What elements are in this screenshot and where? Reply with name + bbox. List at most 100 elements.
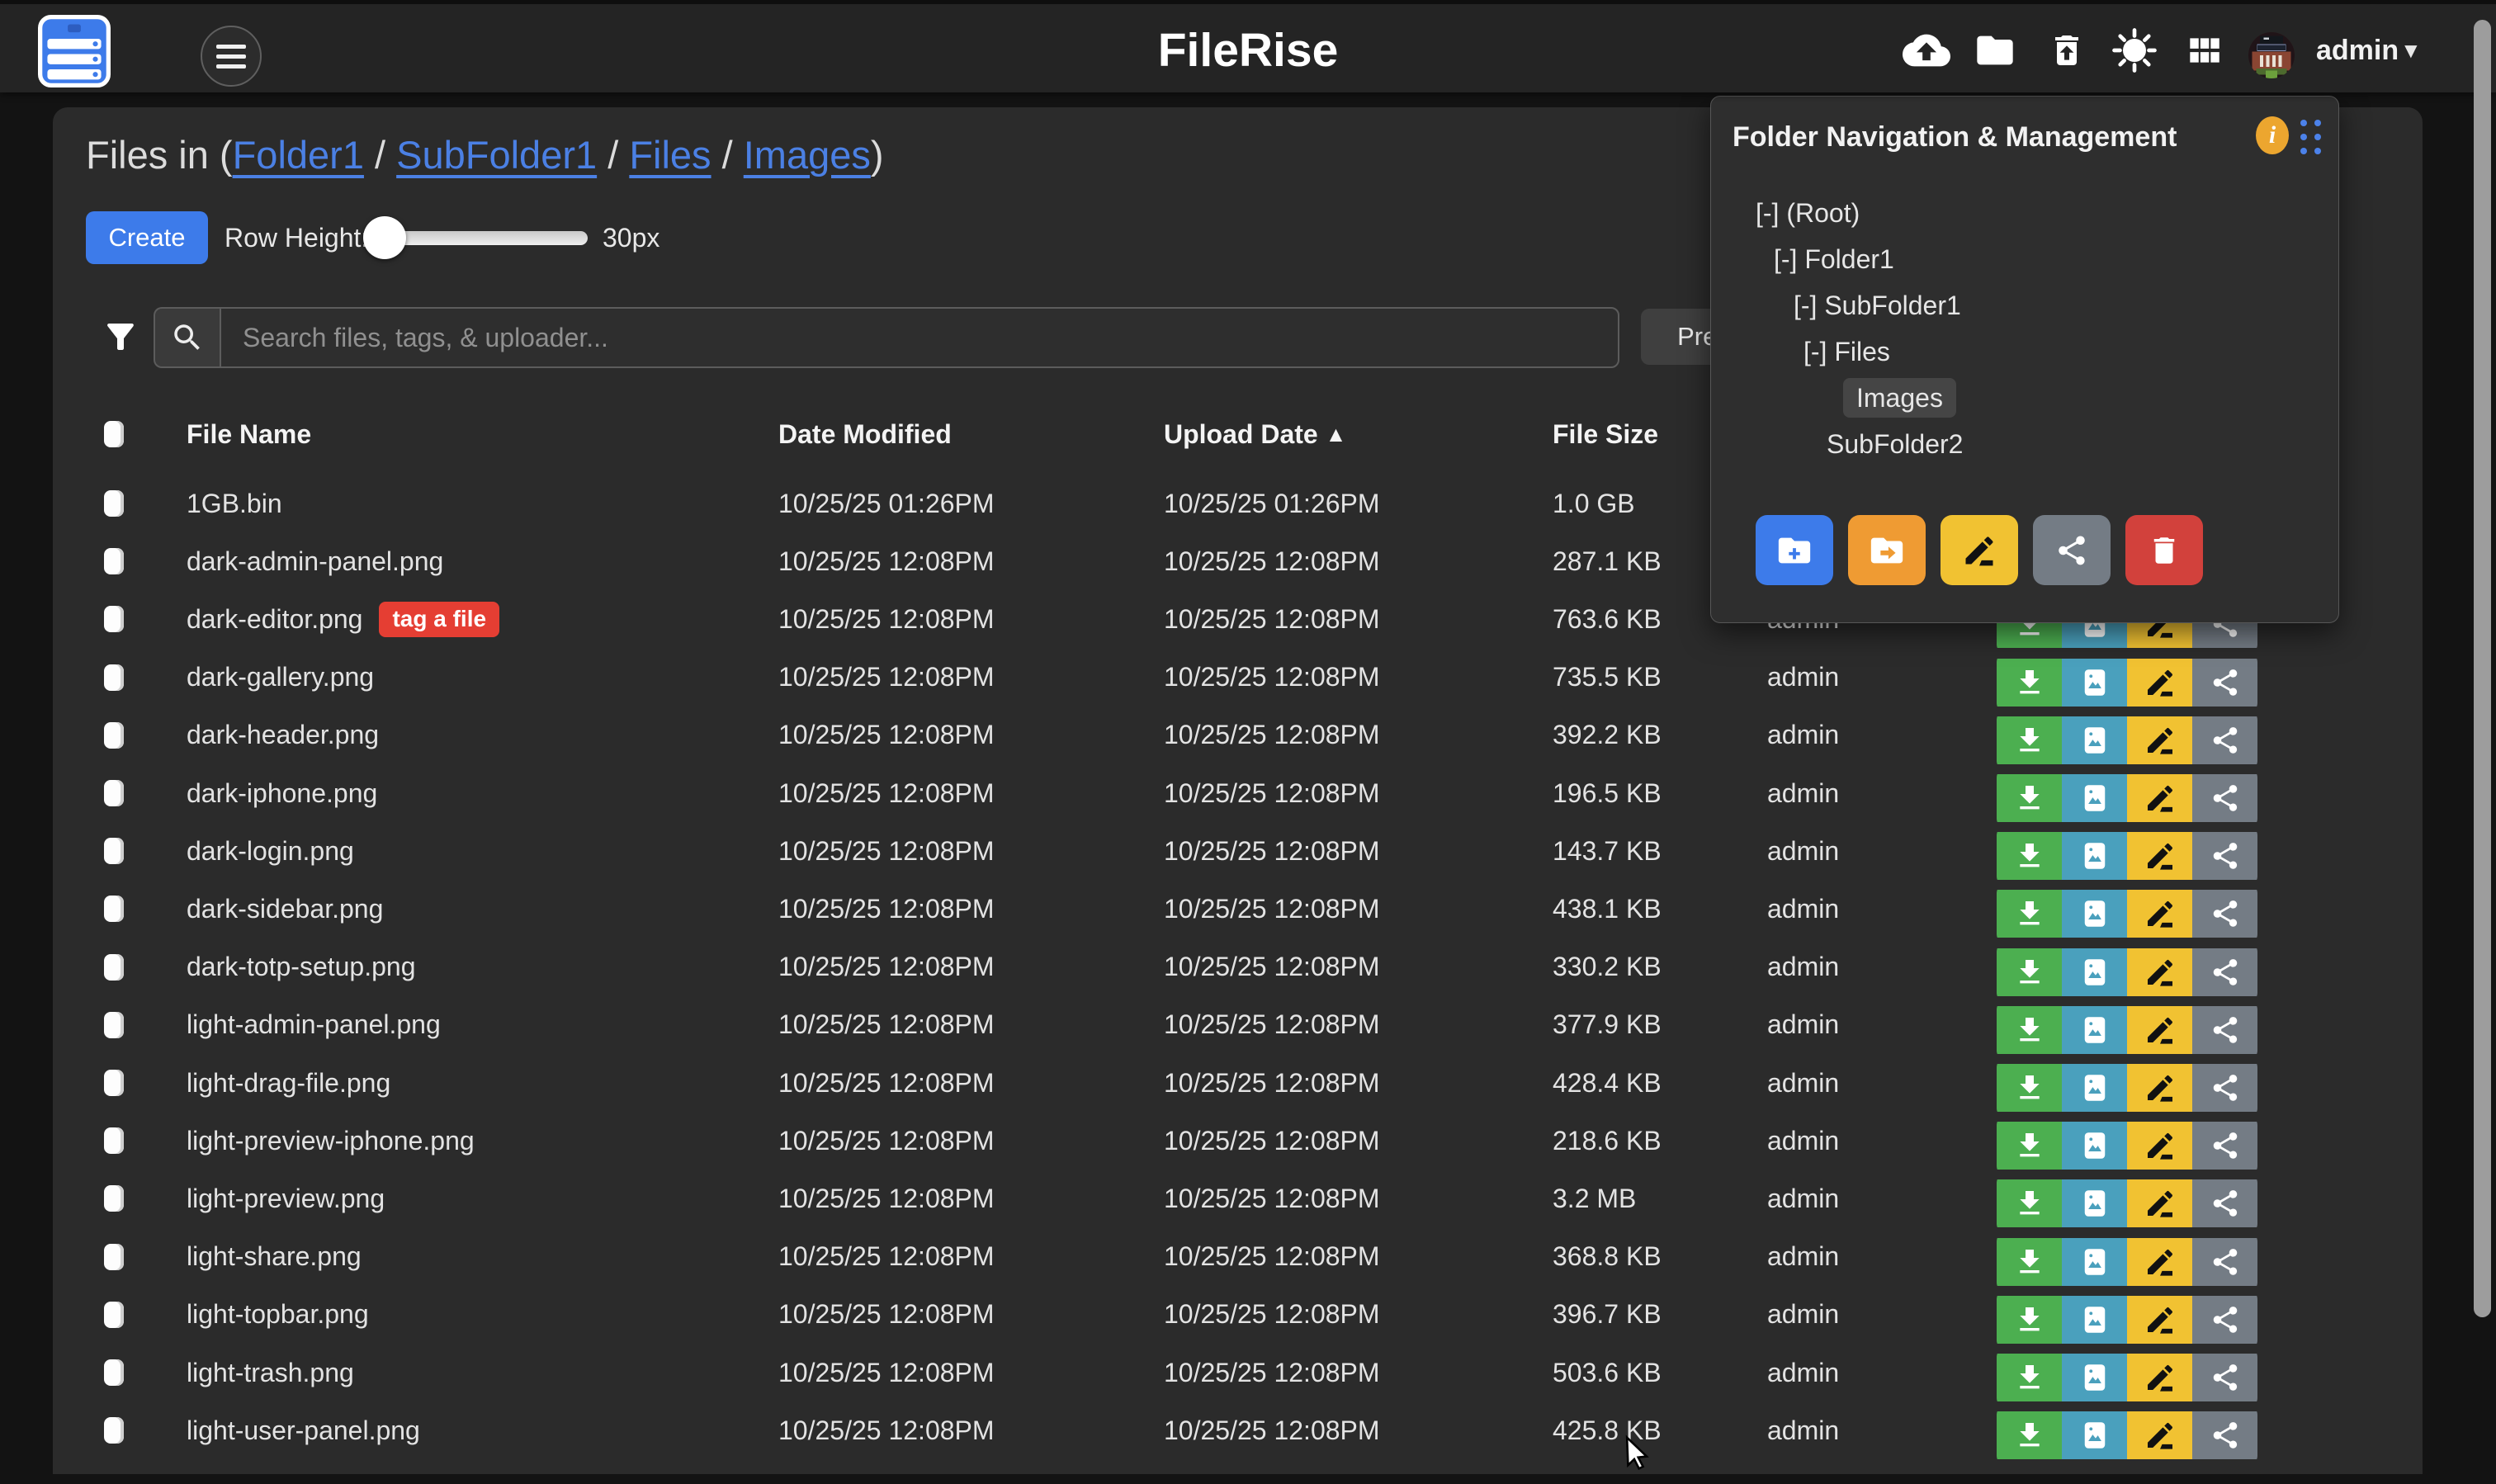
share-icon[interactable] [2192,1064,2257,1112]
download-icon[interactable] [1997,832,2062,880]
download-icon[interactable] [1997,948,2062,996]
image-preview-icon[interactable] [2062,1006,2127,1054]
row-checkbox[interactable] [104,548,124,574]
tree-toggle[interactable]: [-] [1794,291,1824,321]
edit-icon[interactable] [2127,948,2192,996]
share-icon[interactable] [2192,774,2257,822]
share-icon[interactable] [2192,1006,2257,1054]
delete-folder-button[interactable] [2125,515,2203,585]
download-icon[interactable] [1997,1238,2062,1286]
tree-label[interactable]: SubFolder2 [1827,429,1963,460]
row-checkbox[interactable] [104,1012,124,1038]
file-name[interactable]: 1GB.bin [187,489,282,519]
download-icon[interactable] [1997,1006,2062,1054]
tree-toggle[interactable]: [-] [1756,198,1786,229]
file-name[interactable]: dark-editor.png [187,604,362,635]
breadcrumb-link-files[interactable]: Files [629,133,711,177]
row-checkbox[interactable] [104,1127,124,1154]
header-file-size[interactable]: File Size [1553,411,1658,457]
info-icon[interactable]: i [2256,116,2289,154]
user-name[interactable]: admin [2316,4,2399,97]
search-icon[interactable] [154,307,220,368]
file-name[interactable]: light-preview-iphone.png [187,1126,475,1156]
tree-toggle[interactable]: [-] [1803,337,1834,367]
share-icon[interactable] [2192,1354,2257,1401]
row-checkbox[interactable] [104,838,124,864]
edit-icon[interactable] [2127,1354,2192,1401]
edit-icon[interactable] [2127,890,2192,938]
file-name[interactable]: light-trash.png [187,1358,354,1388]
file-name[interactable]: light-user-panel.png [187,1415,420,1446]
create-folder-button[interactable] [1756,515,1833,585]
upload-icon[interactable] [1902,4,1951,97]
folder-tree-item[interactable]: [-] (Root) [1756,193,1860,233]
tag-badge[interactable]: tag a file [379,602,499,637]
theme-brightness-icon[interactable] [2111,4,2158,97]
image-preview-icon[interactable] [2062,716,2127,764]
share-icon[interactable] [2192,716,2257,764]
caret-down-icon[interactable]: ▼ [2400,4,2422,97]
share-icon[interactable] [2192,948,2257,996]
edit-icon[interactable] [2127,1238,2192,1286]
folder-tree-item[interactable]: [-] Folder1 [1774,239,1894,279]
image-preview-icon[interactable] [2062,1354,2127,1401]
breadcrumb-link-subfolder1[interactable]: SubFolder1 [396,133,597,177]
download-icon[interactable] [1997,1122,2062,1170]
edit-icon[interactable] [2127,1122,2192,1170]
image-preview-icon[interactable] [2062,1179,2127,1227]
header-file-name[interactable]: File Name [187,411,311,457]
row-checkbox[interactable] [104,1244,124,1270]
image-preview-icon[interactable] [2062,890,2127,938]
row-checkbox[interactable] [104,490,124,517]
file-name[interactable]: dark-admin-panel.png [187,546,443,577]
edit-icon[interactable] [2127,659,2192,707]
page-scrollbar[interactable] [2474,20,2491,1317]
download-icon[interactable] [1997,890,2062,938]
row-checkbox[interactable] [104,954,124,981]
row-checkbox[interactable] [104,1359,124,1386]
tree-label[interactable]: (Root) [1786,198,1860,229]
edit-icon[interactable] [2127,774,2192,822]
file-name[interactable]: light-share.png [187,1241,362,1272]
restore-trash-icon[interactable] [2047,4,2087,97]
file-name[interactable]: dark-totp-setup.png [187,952,416,982]
select-all-checkbox[interactable] [104,411,124,457]
search-input[interactable] [220,307,1619,368]
image-preview-icon[interactable] [2062,774,2127,822]
image-preview-icon[interactable] [2062,1296,2127,1344]
row-checkbox[interactable] [104,1302,124,1328]
file-name[interactable]: light-preview.png [187,1184,385,1214]
row-checkbox[interactable] [104,780,124,806]
row-checkbox[interactable] [104,1417,124,1444]
share-icon[interactable] [2192,1296,2257,1344]
row-checkbox[interactable] [104,1070,124,1096]
file-name[interactable]: dark-gallery.png [187,662,374,692]
image-preview-icon[interactable] [2062,1238,2127,1286]
share-icon[interactable] [2192,659,2257,707]
grid-view-icon[interactable] [2182,4,2225,97]
sort-ascending-icon[interactable]: ▲ [1326,422,1347,447]
image-preview-icon[interactable] [2062,659,2127,707]
folder-tree-item[interactable]: SubFolder2 [1827,424,1963,464]
download-icon[interactable] [1997,1354,2062,1401]
file-name[interactable]: light-topbar.png [187,1299,369,1330]
edit-icon[interactable] [2127,1296,2192,1344]
download-icon[interactable] [1997,1064,2062,1112]
edit-icon[interactable] [2127,1006,2192,1054]
share-folder-button[interactable] [2033,515,2111,585]
folder-tree-item[interactable]: [-] SubFolder1 [1794,286,1961,325]
tree-toggle[interactable]: [-] [1774,244,1804,275]
file-name[interactable]: dark-iphone.png [187,778,377,809]
download-icon[interactable] [1997,1179,2062,1227]
share-icon[interactable] [2192,832,2257,880]
edit-icon[interactable] [2127,832,2192,880]
row-checkbox[interactable] [104,722,124,749]
tree-label[interactable]: SubFolder1 [1824,291,1960,321]
share-icon[interactable] [2192,890,2257,938]
row-checkbox[interactable] [104,896,124,922]
folder-manager-icon[interactable] [1973,4,2017,97]
download-icon[interactable] [1997,716,2062,764]
download-icon[interactable] [1997,1411,2062,1459]
download-icon[interactable] [1997,1296,2062,1344]
folder-tree-item[interactable]: [-] Files [1803,332,1890,371]
